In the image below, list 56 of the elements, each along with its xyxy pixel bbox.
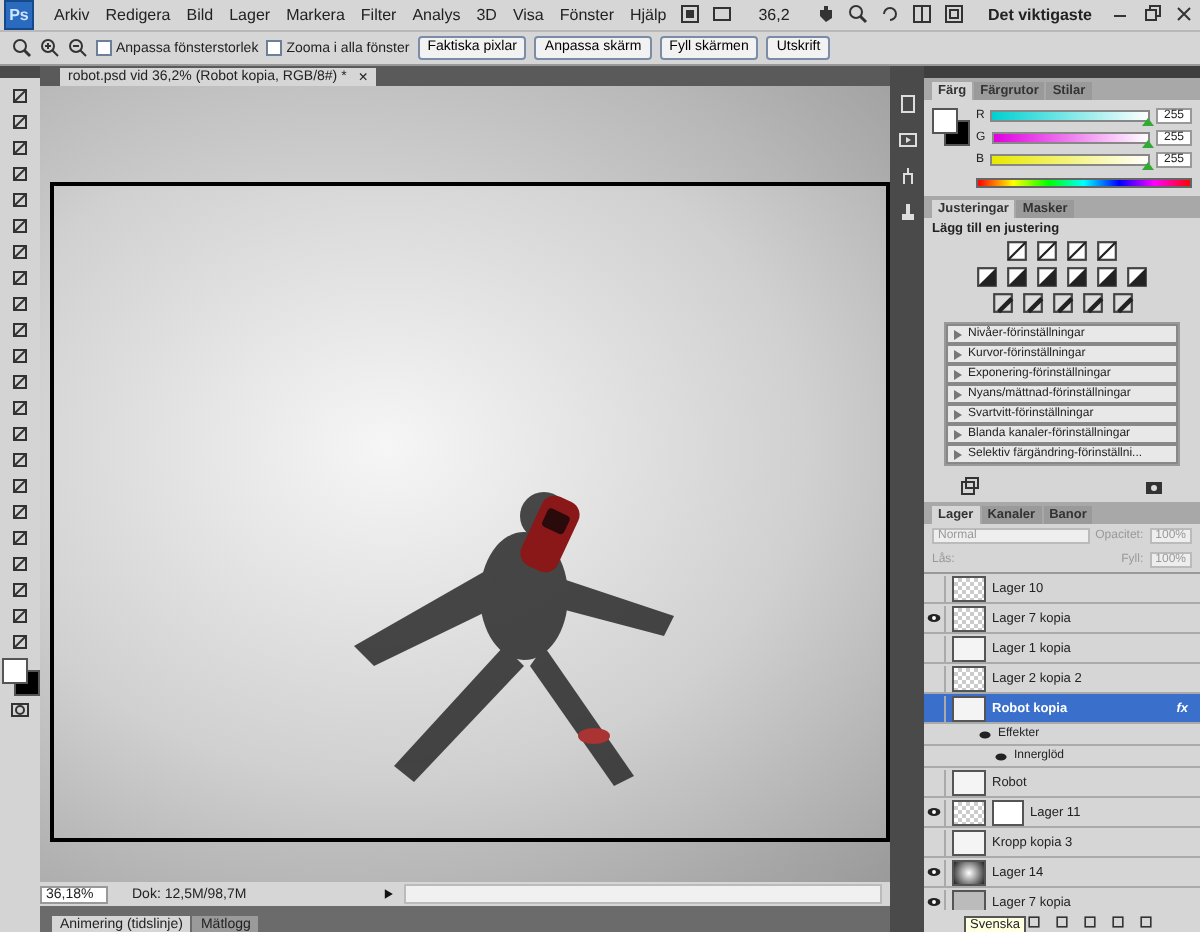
layer-thumbnail	[952, 605, 986, 631]
layer-thumbnail	[952, 769, 986, 795]
quick-mask-icon[interactable]	[10, 700, 30, 720]
layer-thumbnail	[952, 635, 986, 661]
menu-item[interactable]: Lager	[221, 6, 279, 24]
checkbox[interactable]	[96, 40, 112, 56]
layer-thumbnail	[952, 695, 986, 721]
layer-thumbnail	[952, 829, 986, 855]
eye-icon[interactable]	[926, 610, 942, 626]
eye-icon[interactable]	[926, 864, 942, 880]
layer-thumbnail	[952, 665, 986, 691]
zoom-in-icon[interactable]	[40, 38, 60, 58]
eye-icon[interactable]	[926, 804, 942, 820]
color-swatches[interactable]	[932, 108, 968, 144]
arrange-icon[interactable]	[911, 3, 932, 23]
layer-thumbnail	[952, 575, 986, 601]
color-spectrum[interactable]	[976, 178, 1192, 188]
layer-thumbnail	[952, 799, 986, 825]
visibility-toggle[interactable]	[924, 859, 946, 885]
menu-item[interactable]: Redigera	[97, 6, 179, 24]
menu-item[interactable]: Analys	[404, 6, 469, 24]
menu-item[interactable]: Arkiv	[46, 6, 98, 24]
bridge-icon[interactable]	[680, 3, 701, 23]
checkbox[interactable]	[266, 40, 283, 56]
screen-mode-icon[interactable]	[712, 3, 733, 23]
app-logo: Ps	[4, 0, 34, 30]
menu-item[interactable]: Markera	[278, 6, 353, 24]
horizontal-scrollbar[interactable]	[404, 884, 882, 904]
color-slider[interactable]	[990, 154, 1150, 166]
rotate-icon[interactable]	[879, 3, 900, 23]
screen-icon[interactable]	[943, 3, 964, 23]
zoom-level[interactable]: 36,2	[738, 6, 810, 24]
menu-item[interactable]: Filter	[352, 6, 405, 24]
layer-thumbnail	[952, 859, 986, 885]
shadow-spot	[578, 728, 610, 744]
workspace-switcher[interactable]: Det viktigaste	[975, 6, 1104, 24]
visibility-toggle[interactable]	[924, 799, 946, 825]
menu-item[interactable]: Hjälp	[621, 6, 675, 24]
color-swatches[interactable]	[2, 658, 38, 694]
stamp-icon[interactable]	[897, 202, 917, 222]
play-icon[interactable]	[380, 886, 396, 902]
camera-icon[interactable]	[1144, 476, 1164, 496]
menu-item[interactable]: Bild	[178, 6, 222, 24]
hand-icon[interactable]	[815, 3, 836, 23]
clip-icon[interactable]	[960, 476, 980, 496]
restore-icon[interactable]	[1142, 3, 1162, 23]
visibility-toggle[interactable]	[924, 889, 946, 910]
layer-thumbnail	[952, 889, 986, 910]
zoom-out-icon[interactable]	[68, 38, 88, 58]
menu-item[interactable]: Fönster	[551, 6, 622, 24]
menu-item[interactable]: Visa	[504, 6, 552, 24]
actions-icon[interactable]	[897, 130, 917, 150]
menu-item[interactable]: 3D	[468, 6, 505, 24]
close-icon[interactable]	[1174, 3, 1194, 23]
eye-icon[interactable]	[926, 894, 942, 910]
visibility-toggle[interactable]	[924, 605, 946, 631]
